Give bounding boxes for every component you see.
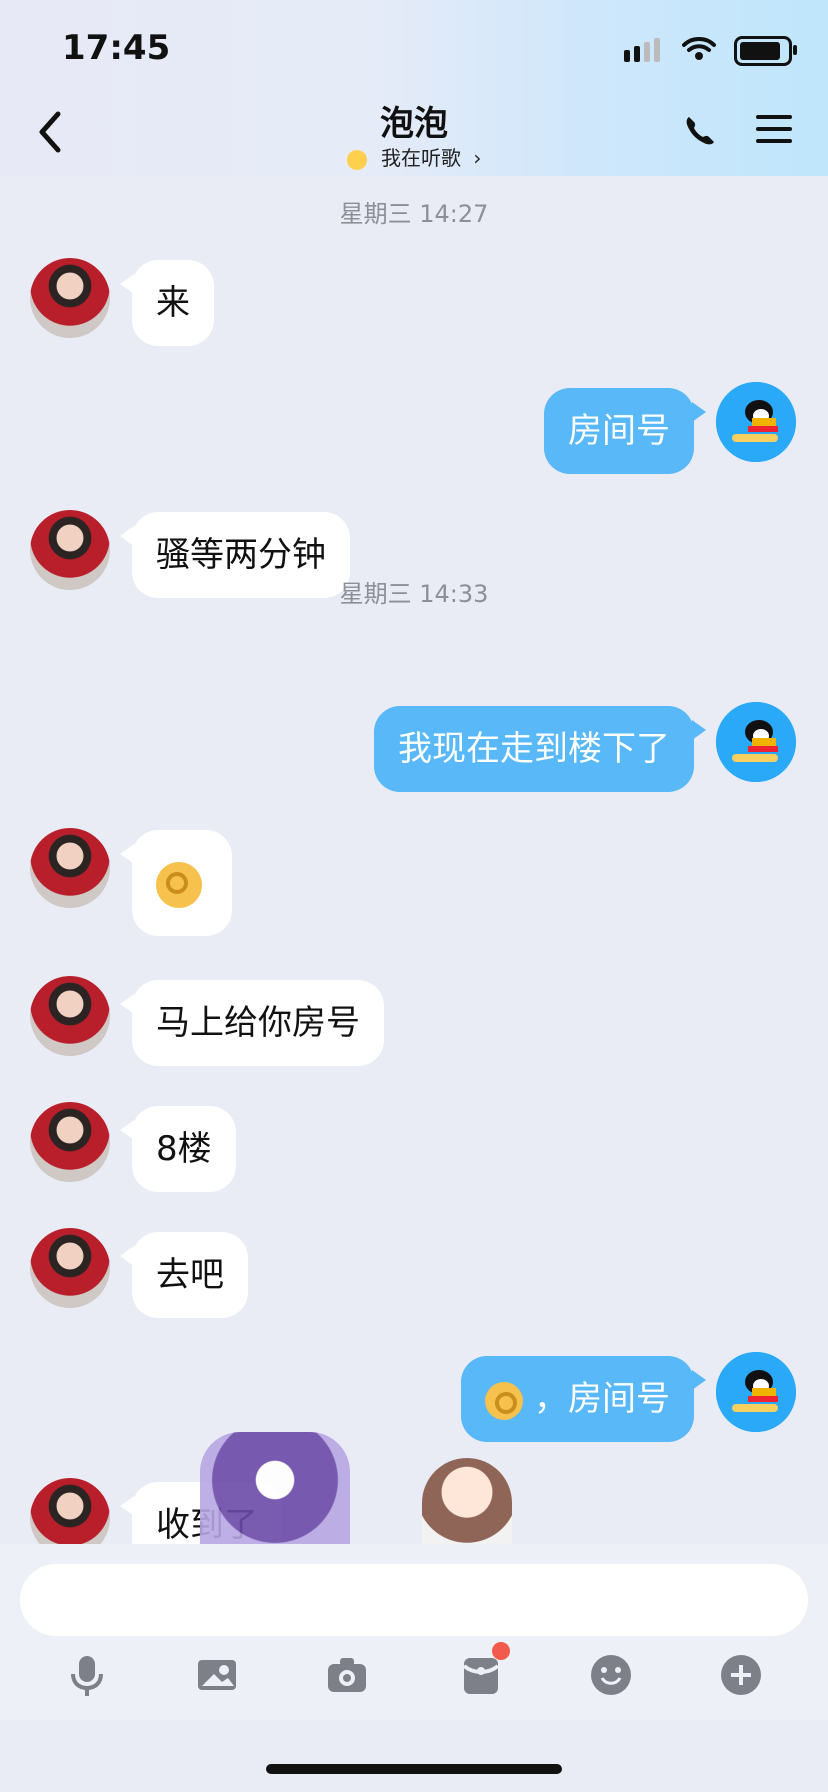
avatar-other[interactable] <box>30 828 110 908</box>
message-input[interactable] <box>20 1564 808 1636</box>
message-text: 房间号 <box>568 411 670 451</box>
message-bubble-other[interactable] <box>120 830 232 936</box>
mic-icon <box>71 1656 103 1696</box>
plus-button[interactable] <box>718 1652 764 1698</box>
avatar-self[interactable] <box>716 702 796 782</box>
wifi-icon <box>682 36 716 66</box>
chevron-right-icon: › <box>473 146 482 170</box>
message-text: ，房间号 <box>534 1379 670 1419</box>
avatar-self[interactable] <box>716 1352 796 1432</box>
signal-icon <box>624 36 664 66</box>
status-icons <box>624 36 797 66</box>
penguin-icon <box>716 1352 796 1432</box>
message-bubble-self[interactable]: ，房间号 <box>461 1356 706 1442</box>
message-text: 马上给你房号 <box>156 1003 360 1043</box>
avatar-other[interactable] <box>30 976 110 1056</box>
message-bubble-other[interactable]: 去吧 <box>120 1232 248 1318</box>
camera-button[interactable] <box>324 1652 370 1698</box>
plus-icon <box>721 1655 761 1695</box>
chat-area[interactable]: 星期三 14:27 来 房间号 骚等两分钟 星期三 14:33 我现在走到楼下了… <box>0 176 828 1544</box>
message-text: 来 <box>156 283 190 323</box>
menu-icon <box>756 115 792 143</box>
mood-icon <box>346 149 367 170</box>
home-indicator[interactable] <box>266 1764 562 1774</box>
input-bar <box>0 1544 828 1720</box>
message-bubble-other[interactable]: 马上给你房号 <box>120 980 384 1066</box>
decorative-character-girl <box>200 1432 350 1544</box>
status-time: 17:45 <box>62 28 171 68</box>
message-text: 骚等两分钟 <box>156 535 326 575</box>
emoji-icon <box>591 1655 631 1695</box>
battery-icon <box>734 36 797 66</box>
message-bubble-self[interactable]: 我现在走到楼下了 <box>374 706 706 792</box>
timestamp-2: 星期三 14:33 <box>339 580 489 608</box>
subtitle-text: 我在听歌 <box>381 146 461 170</box>
message-text: 我现在走到楼下了 <box>398 729 670 769</box>
red-packet-button[interactable] <box>458 1642 510 1698</box>
ok-hand-emoji-icon <box>485 1381 524 1420</box>
camera-icon <box>328 1658 366 1692</box>
avatar-other[interactable] <box>30 258 110 338</box>
image-button[interactable] <box>194 1652 240 1698</box>
input-toolbar <box>0 1642 828 1712</box>
ok-hand-emoji-icon <box>156 861 202 908</box>
phone-icon <box>686 117 714 145</box>
mic-button[interactable] <box>64 1652 110 1698</box>
penguin-icon <box>716 702 796 782</box>
penguin-icon <box>716 382 796 462</box>
image-icon <box>198 1660 236 1690</box>
message-bubble-self[interactable]: 房间号 <box>544 388 706 474</box>
message-text: 去吧 <box>156 1255 224 1295</box>
avatar-other[interactable] <box>30 1228 110 1308</box>
phone-button[interactable] <box>682 113 718 153</box>
message-text: 8楼 <box>156 1129 212 1169</box>
timestamp-1: 星期三 14:27 <box>339 200 489 228</box>
emoji-button[interactable] <box>588 1652 634 1698</box>
message-bubble-other[interactable]: 8楼 <box>120 1106 236 1192</box>
top-bar: 17:45 泡泡 我在听歌 › <box>0 0 828 176</box>
decorative-character-boy <box>422 1458 512 1544</box>
avatar-other[interactable] <box>30 1478 110 1544</box>
menu-button[interactable] <box>756 113 792 149</box>
avatar-self[interactable] <box>716 382 796 462</box>
message-bubble-other[interactable]: 来 <box>120 260 214 346</box>
notification-badge <box>492 1642 510 1660</box>
avatar-other[interactable] <box>30 1102 110 1182</box>
